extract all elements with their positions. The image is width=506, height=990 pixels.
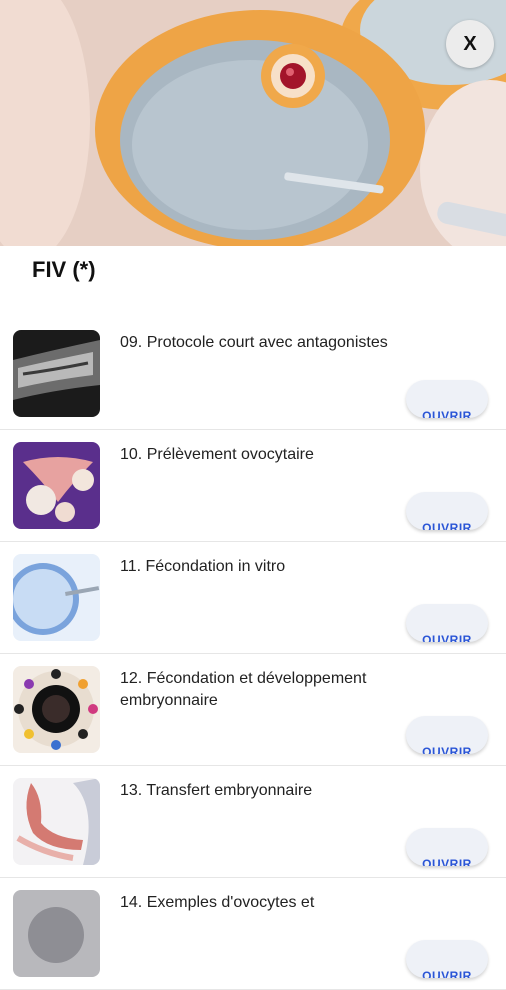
open-button[interactable]: OUVRIR bbox=[406, 828, 488, 866]
item-label: 09. Protocole court avec antagonistes bbox=[120, 334, 388, 351]
item-label: 13. Transfert embryonnaire bbox=[120, 782, 313, 799]
item-label: 14. Exemples d'ovocytes et bbox=[120, 894, 315, 911]
open-button[interactable]: OUVRIR bbox=[406, 604, 488, 642]
item-label: 10. Prélèvement ovocytaire bbox=[120, 446, 314, 463]
list-item[interactable]: 11. Fécondation in vitro OUVRIR bbox=[0, 542, 506, 654]
item-label: 12. Fécondation et développement embryon… bbox=[120, 670, 367, 709]
open-button[interactable]: OUVRIR bbox=[406, 380, 488, 418]
open-button[interactable]: OUVRIR bbox=[406, 716, 488, 754]
fertilization-thumbnail-icon bbox=[13, 554, 100, 641]
page-title: FIV (*) bbox=[32, 257, 96, 282]
list-item[interactable]: 13. Transfert embryonnaire OUVRIR bbox=[0, 766, 506, 878]
ultrasound-thumbnail-icon bbox=[13, 330, 100, 417]
item-label: 11. Fécondation in vitro bbox=[120, 558, 286, 575]
embryo-transfer-thumbnail-icon bbox=[13, 778, 100, 865]
ovary-thumbnail-icon bbox=[13, 442, 100, 529]
chapter-list: 09. Protocole court avec antagonistes OU… bbox=[0, 318, 506, 990]
oocyte-examples-thumbnail-icon bbox=[13, 890, 100, 977]
ivf-oocyte-illustration-icon bbox=[0, 0, 506, 246]
close-icon: X bbox=[463, 32, 477, 55]
list-item[interactable]: 12. Fécondation et développement embryon… bbox=[0, 654, 506, 766]
list-item[interactable]: 14. Exemples d'ovocytes et OUVRIR bbox=[0, 878, 506, 990]
list-item[interactable]: 10. Prélèvement ovocytaire OUVRIR bbox=[0, 430, 506, 542]
open-button[interactable]: OUVRIR bbox=[406, 492, 488, 530]
open-button[interactable]: OUVRIR bbox=[406, 940, 488, 978]
list-item[interactable]: 09. Protocole court avec antagonistes OU… bbox=[0, 318, 506, 430]
hero-image bbox=[0, 0, 506, 246]
close-button[interactable]: X bbox=[446, 20, 494, 68]
embryo-development-thumbnail-icon bbox=[13, 666, 100, 753]
